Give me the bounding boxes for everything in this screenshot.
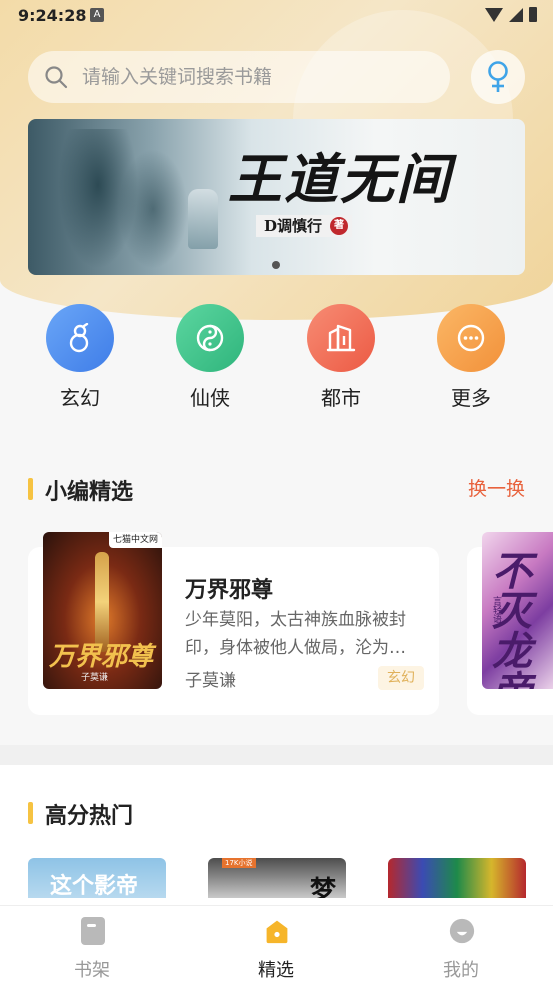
book-description: 少年莫阳，太古神族血脉被封印，身体被他人做局，沦为…	[185, 610, 406, 658]
refresh-button[interactable]: 换一换	[468, 474, 525, 501]
category-xianxia[interactable]: 仙侠	[165, 304, 255, 411]
cover-title: 这个影帝	[50, 873, 139, 898]
tab-label: 书架	[74, 960, 110, 981]
category-more[interactable]: 更多	[426, 304, 516, 411]
hot-book-cover[interactable]	[388, 858, 526, 898]
banner-author-seal: 著	[330, 217, 349, 235]
banner-art	[118, 149, 188, 269]
cover-author: 言轻语	[491, 596, 501, 623]
profile-icon	[449, 918, 475, 944]
gourd-icon	[69, 323, 89, 353]
wifi-icon	[485, 7, 503, 22]
banner-page-indicator	[272, 261, 280, 269]
tab-label: 精选	[258, 960, 294, 981]
building-icon	[326, 324, 356, 352]
banner-figure	[188, 189, 218, 249]
female-icon	[488, 61, 508, 92]
category-icon-bg	[46, 304, 114, 372]
cover-title: 梦	[309, 876, 336, 898]
app-page: 9:24:28 A 王道无间 D调慎行 著	[0, 0, 553, 984]
banner-author-name: D调慎行	[264, 217, 323, 235]
status-icons	[485, 7, 537, 22]
gender-toggle-button[interactable]	[471, 50, 525, 104]
section-title: 高分热门	[45, 804, 134, 829]
category-dushi[interactable]: 都市	[296, 304, 386, 411]
category-row: 玄幻 仙侠 都市 更多	[0, 304, 553, 414]
section-title: 小编精选	[45, 480, 134, 505]
category-label: 仙侠	[190, 386, 230, 410]
category-label: 玄幻	[60, 386, 100, 410]
cover-title: 万界邪尊	[49, 642, 154, 672]
status-time: 9:24:28	[18, 6, 87, 25]
cover-author: 子莫谦	[81, 673, 109, 683]
book-title: 万界邪尊	[185, 578, 274, 603]
taiji-icon	[196, 324, 224, 352]
cover-brand: 七猫中文网	[108, 532, 162, 548]
tab-featured[interactable]: 精选	[206, 906, 346, 984]
banner-title: 王道无间	[228, 147, 452, 211]
section-accent-bar	[28, 478, 33, 500]
section-accent-bar	[28, 802, 33, 824]
tab-bookshelf[interactable]: 书架	[22, 906, 162, 984]
book-genre-tag: 玄幻	[378, 666, 424, 690]
cover-brand: 17K小说	[222, 858, 256, 868]
category-icon-bg	[437, 304, 505, 372]
category-label: 更多	[451, 386, 491, 410]
signal-icon	[509, 7, 523, 22]
category-xuanhuan[interactable]: 玄幻	[35, 304, 125, 411]
banner-carousel[interactable]: 王道无间 D调慎行 著	[28, 119, 525, 275]
bookshelf-icon	[81, 917, 105, 945]
tab-label: 我的	[443, 960, 479, 981]
section-divider	[0, 745, 553, 765]
hot-book-cover[interactable]: 这个影帝	[28, 858, 166, 898]
book-cover[interactable]: 七猫中文网 万界邪尊 子莫谦	[43, 532, 162, 689]
notification-icon: A	[90, 8, 104, 22]
banner-author: D调慎行 著	[256, 215, 353, 237]
more-icon	[457, 324, 485, 352]
battery-icon	[529, 7, 537, 22]
search-input[interactable]	[82, 51, 432, 103]
featured-icon	[266, 920, 288, 944]
search-icon	[45, 66, 68, 89]
book-cover[interactable]: 不灭龙帝 言轻语	[482, 532, 553, 689]
tab-profile[interactable]: 我的	[391, 906, 531, 984]
search-box[interactable]	[28, 51, 450, 103]
bottom-tab-bar: 书架 精选 我的	[0, 905, 553, 984]
book-author: 子莫谦	[185, 671, 236, 691]
category-icon-bg	[176, 304, 244, 372]
category-icon-bg	[307, 304, 375, 372]
status-bar: 9:24:28 A	[0, 0, 553, 30]
hot-book-cover[interactable]: 17K小说 梦	[208, 858, 346, 898]
category-label: 都市	[321, 386, 361, 410]
